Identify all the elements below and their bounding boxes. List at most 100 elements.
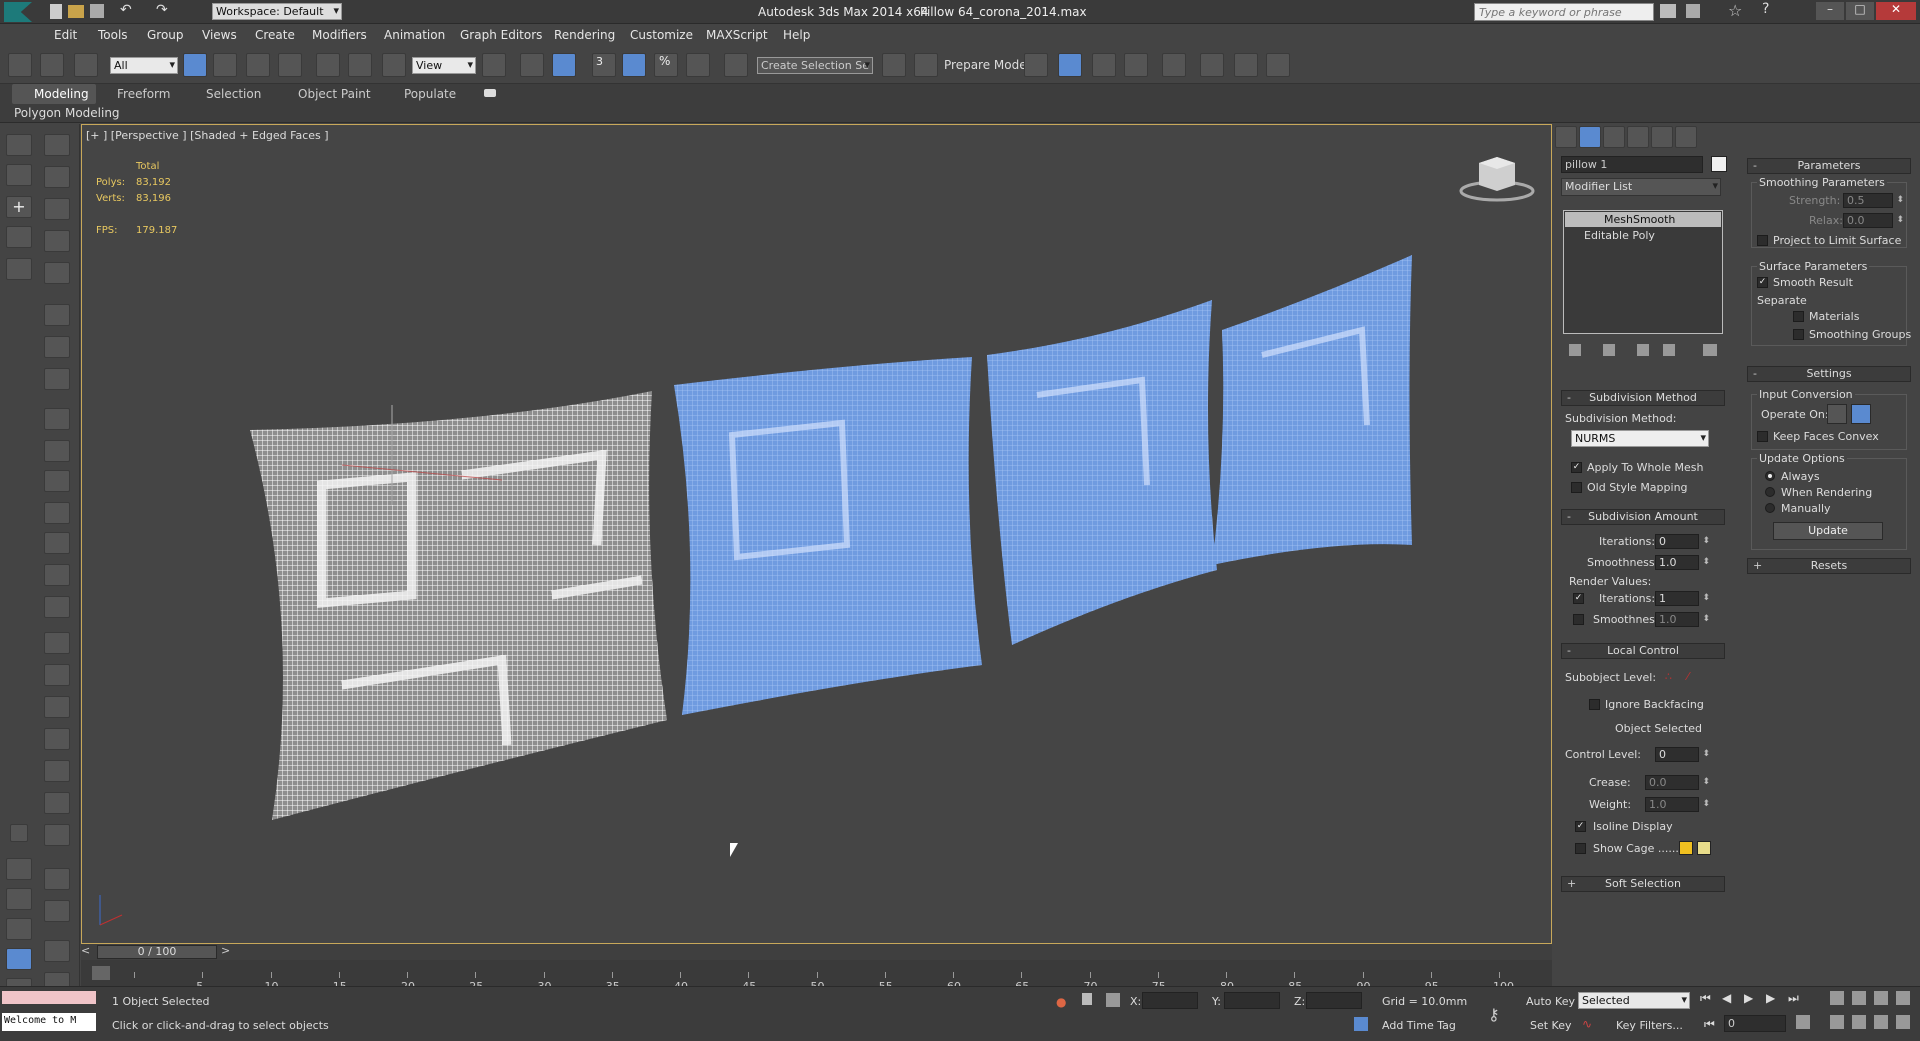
light-bulb-icon[interactable]	[44, 262, 70, 284]
edit-named-selection-icon[interactable]	[724, 53, 748, 77]
pyramid-icon[interactable]	[44, 696, 70, 718]
menu-group[interactable]: Group	[147, 28, 184, 42]
viewport-layout-icon-3[interactable]	[6, 918, 32, 940]
crease-spinner[interactable]: 0.0	[1645, 775, 1710, 790]
maxscript-pink-field[interactable]	[2, 991, 96, 1004]
bind-space-warp-icon[interactable]	[74, 53, 98, 77]
always-radio[interactable]	[1765, 471, 1775, 481]
key-mode-toggle-icon[interactable]: ⏮	[1704, 1017, 1715, 1032]
isoline-display-checkbox[interactable]: ✓	[1575, 821, 1586, 832]
menu-edit[interactable]: Edit	[54, 28, 77, 42]
viewport-layout-icon-2[interactable]	[6, 888, 32, 910]
tab-freeform[interactable]: Freeform	[117, 87, 170, 101]
edge-subobject-icon[interactable]: ⁄	[1687, 670, 1689, 683]
select-manipulate-icon[interactable]	[520, 53, 544, 77]
key-filters-button[interactable]: Key Filters...	[1616, 1019, 1683, 1032]
rendered-frame-window-icon[interactable]	[1234, 53, 1258, 77]
box-icon[interactable]	[44, 166, 70, 188]
new-file-icon[interactable]	[50, 4, 62, 19]
render-smoothness-spinner[interactable]: 1.0	[1655, 612, 1710, 627]
gear-icon[interactable]	[44, 728, 70, 750]
layers-side-icon[interactable]	[6, 164, 32, 186]
object-name-field[interactable]: pillow 1	[1561, 156, 1703, 173]
rollout-subdivision-method[interactable]: - Subdivision Method	[1561, 390, 1725, 406]
previous-frame-icon[interactable]: ◀	[1722, 991, 1731, 1005]
smooth-result-checkbox[interactable]: ✓	[1757, 277, 1768, 288]
set-key-button[interactable]: Set Key	[1530, 1019, 1572, 1032]
hierarchy-tab-icon[interactable]	[1603, 126, 1625, 148]
tab-modeling[interactable]: Modeling	[34, 87, 89, 101]
pan-icon[interactable]	[1852, 1015, 1866, 1029]
pillows-scene[interactable]	[82, 125, 1552, 944]
curve-editor-icon[interactable]	[1092, 53, 1116, 77]
scale-icon[interactable]	[382, 53, 406, 77]
plant-icon[interactable]	[44, 760, 70, 782]
z-coordinate-field[interactable]	[1306, 992, 1362, 1009]
display-tab-icon[interactable]	[1651, 126, 1673, 148]
stairs-icon[interactable]	[44, 792, 70, 814]
current-frame-field[interactable]: 0	[1724, 1015, 1786, 1032]
prepare-model-label[interactable]: Prepare Model	[944, 58, 1030, 72]
tab-object-paint[interactable]: Object Paint	[298, 87, 371, 101]
manually-radio[interactable]	[1765, 503, 1775, 513]
selection-filter-dropdown[interactable]: All	[110, 57, 178, 74]
grid-icon[interactable]	[44, 230, 70, 252]
control-level-spinner[interactable]: 0	[1655, 747, 1710, 762]
spacewarp-icon[interactable]	[44, 368, 70, 390]
project-limit-checkbox[interactable]	[1757, 235, 1768, 246]
particle-icon[interactable]	[44, 632, 70, 654]
zoom-icon[interactable]	[1830, 991, 1844, 1005]
show-cage-checkbox[interactable]	[1575, 843, 1586, 854]
camera-icon[interactable]	[44, 304, 70, 326]
align-icon[interactable]	[914, 53, 938, 77]
cage-color-swatch-2[interactable]	[1697, 841, 1711, 855]
layer-manager-icon[interactable]	[1024, 53, 1048, 77]
strength-spinner[interactable]: 0.5	[1843, 193, 1904, 208]
menu-customize[interactable]: Customize	[630, 28, 693, 42]
hemisphere-icon[interactable]	[44, 440, 70, 462]
modifier-list-dropdown[interactable]: Modifier List	[1561, 178, 1721, 196]
hedra-icon[interactable]	[44, 824, 70, 846]
display-side-icon[interactable]	[6, 258, 32, 280]
smoothing-groups-checkbox[interactable]	[1793, 329, 1804, 340]
time-config-icon[interactable]	[1796, 1015, 1810, 1029]
auto-key-button[interactable]: Auto Key	[1526, 995, 1575, 1008]
operate-on-triangle-icon[interactable]	[1827, 404, 1847, 424]
sphere-list-icon[interactable]	[44, 198, 70, 220]
orbit-icon[interactable]	[1874, 1015, 1888, 1029]
object-color-swatch[interactable]	[1711, 156, 1727, 172]
menu-modifiers[interactable]: Modifiers	[312, 28, 367, 42]
keep-faces-convex-checkbox[interactable]	[1757, 431, 1768, 442]
lock-selection-icon[interactable]	[1082, 993, 1092, 1005]
redo-icon[interactable]: ↷	[156, 2, 168, 18]
maximize-button[interactable]: □	[1846, 2, 1874, 20]
rotate-icon[interactable]	[348, 53, 372, 77]
remove-modifier-icon[interactable]	[1663, 344, 1675, 356]
menu-maxscript[interactable]: MAXScript	[706, 28, 768, 42]
menu-animation[interactable]: Animation	[384, 28, 445, 42]
search-input[interactable]	[1474, 3, 1654, 21]
rollout-local-control[interactable]: - Local Control	[1561, 643, 1725, 659]
go-to-end-icon[interactable]: ⏭	[1788, 991, 1799, 1006]
schematic-view-icon[interactable]	[1124, 53, 1148, 77]
polygon-modeling-title[interactable]: Polygon Modeling	[14, 106, 120, 120]
rollout-resets[interactable]: + Resets	[1747, 558, 1911, 574]
go-to-start-icon[interactable]: ⏮	[1700, 991, 1711, 1006]
render-iterations-checkbox[interactable]: ✓	[1573, 593, 1584, 604]
star-icon[interactable]: ☆	[1728, 1, 1742, 20]
tab-selection[interactable]: Selection	[206, 87, 261, 101]
select-by-name-icon[interactable]	[213, 53, 237, 77]
make-unique-icon[interactable]	[1637, 344, 1649, 356]
paint-icon[interactable]	[44, 664, 70, 686]
zoom-all-icon[interactable]	[1852, 991, 1866, 1005]
open-file-icon[interactable]	[68, 5, 84, 18]
weight-spinner[interactable]: 1.0	[1645, 797, 1710, 812]
perspective-viewport[interactable]: [+ ] [Perspective ] [Shaded + Edged Face…	[81, 124, 1552, 944]
show-end-result-icon[interactable]	[1603, 344, 1615, 356]
render-icon[interactable]	[44, 940, 70, 962]
zoom-extents-all-icon[interactable]	[1896, 991, 1910, 1005]
named-selection-set-input[interactable]: Create Selection Se	[757, 57, 873, 74]
default-tangent-icon[interactable]: ∿	[1582, 1017, 1592, 1031]
sphere-icon[interactable]	[44, 470, 70, 492]
ignore-backfacing-checkbox[interactable]	[1589, 699, 1600, 710]
